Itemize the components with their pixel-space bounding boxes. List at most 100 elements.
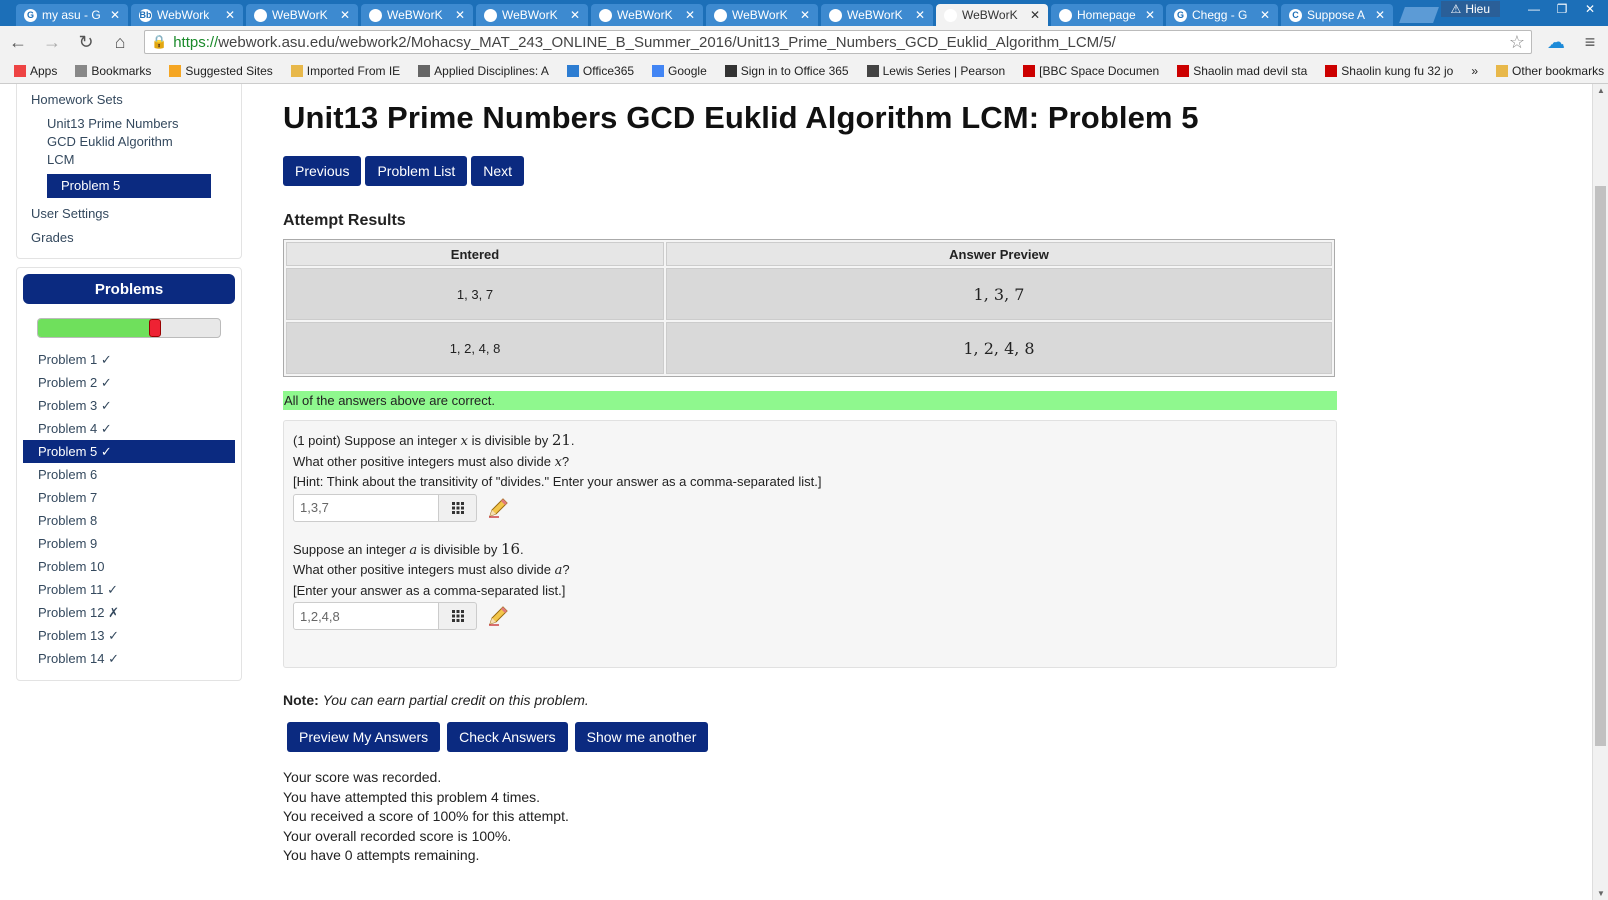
answer-2-input[interactable] [293, 602, 439, 630]
scroll-thumb[interactable] [1595, 186, 1606, 746]
browser-tab[interactable]: WeBWorK ✕ [821, 4, 933, 26]
bookmark-item[interactable]: Apps [14, 64, 57, 78]
bookmark-item[interactable]: Bookmarks [75, 64, 151, 78]
bookmark-item[interactable]: Shaolin kung fu 32 jo [1325, 64, 1453, 78]
tab-close-icon[interactable]: ✕ [1375, 8, 1385, 22]
problem-list-item[interactable]: Problem 1 ✓ [23, 348, 235, 371]
tab-close-icon[interactable]: ✕ [340, 8, 350, 22]
more-bookmarks-button[interactable]: » [1471, 64, 1478, 78]
problem-list-item[interactable]: Problem 13 ✓ [23, 624, 235, 647]
favicon-icon: G [1174, 8, 1187, 22]
problem-list-item[interactable]: Problem 9 [23, 532, 235, 555]
other-bookmarks[interactable]: Other bookmarks [1496, 64, 1604, 78]
favicon-icon [254, 8, 267, 22]
reload-icon[interactable]: ↻ [76, 32, 96, 53]
page-scrollbar[interactable]: ▲ ▼ [1592, 84, 1608, 900]
browser-tab[interactable]: Bb WebWork ✕ [131, 4, 243, 26]
bookmark-item[interactable]: Sign in to Office 365 [724, 64, 849, 78]
tab-label: WebWork [157, 8, 210, 22]
tab-close-icon[interactable]: ✕ [110, 8, 120, 22]
bookmark-star-icon[interactable]: ☆ [1509, 32, 1525, 53]
problem-list-item[interactable]: Problem 6 [23, 463, 235, 486]
new-tab-button[interactable] [1399, 7, 1439, 23]
tab-close-icon[interactable]: ✕ [800, 8, 810, 22]
answer-1-input[interactable] [293, 493, 439, 522]
equation-editor-button[interactable] [439, 602, 477, 630]
extension-icon[interactable]: ☁ [1546, 32, 1566, 53]
pencil-icon[interactable] [487, 497, 509, 519]
browser-tab[interactable]: WeBWorK ✕ [476, 4, 588, 26]
pencil-icon[interactable] [487, 605, 509, 627]
preview-cell: 1, 2, 4, 8 [666, 322, 1332, 374]
problem-list-item[interactable]: Problem 14 ✓ [23, 647, 235, 670]
problem-list-item[interactable]: Problem 5 ✓ [23, 440, 235, 463]
bookmark-item[interactable]: Lewis Series | Pearson [866, 64, 1005, 78]
correct-message: All of the answers above are correct. [283, 391, 1337, 410]
next-button[interactable]: Next [471, 156, 525, 186]
problem-list-item[interactable]: Problem 7 [23, 486, 235, 509]
tab-label: WeBWorK [847, 8, 903, 22]
minimize-icon[interactable]: — [1522, 2, 1546, 16]
bookmark-item[interactable]: Suggested Sites [169, 64, 273, 78]
tab-close-icon[interactable]: ✕ [1030, 8, 1040, 22]
browser-tab[interactable]: C Suppose A ✕ [1281, 4, 1393, 26]
back-icon[interactable]: ← [8, 32, 28, 53]
tab-close-icon[interactable]: ✕ [570, 8, 580, 22]
sidebar-link-homework-sets[interactable]: Homework Sets [17, 88, 241, 112]
problem-list-item[interactable]: Problem 4 ✓ [23, 417, 235, 440]
bookmark-item[interactable]: Google [652, 64, 707, 78]
problem-list-item[interactable]: Problem 11 ✓ [23, 578, 235, 601]
browser-tab[interactable]: G Chegg - G ✕ [1166, 4, 1278, 26]
lock-icon: 🔒 [151, 34, 168, 49]
problem-list-item[interactable]: Problem 12 ✗ [23, 601, 235, 624]
profile-button[interactable]: ⚠ Hieu [1440, 1, 1500, 17]
menu-icon[interactable]: ≡ [1580, 32, 1600, 53]
browser-tab[interactable]: WeBWorK ✕ [936, 4, 1048, 26]
note-label: Note: [283, 692, 319, 708]
sidebar-link-grades[interactable]: Grades [17, 226, 241, 250]
browser-tab[interactable]: WeBWorK ✕ [591, 4, 703, 26]
problem-list-item[interactable]: Problem 2 ✓ [23, 371, 235, 394]
tab-label: Suppose A [1307, 8, 1366, 22]
scroll-up-icon[interactable]: ▲ [1593, 86, 1608, 95]
sidebar-link-set[interactable]: Unit13 Prime Numbers GCD Euklid Algorith… [17, 112, 207, 172]
tab-close-icon[interactable]: ✕ [685, 8, 695, 22]
sidebar-link-user-settings[interactable]: User Settings [17, 202, 241, 226]
equation-editor-button[interactable] [439, 493, 477, 522]
problem-list-item[interactable]: Problem 10 [23, 555, 235, 578]
bookmark-item[interactable]: Imported From IE [290, 64, 400, 78]
sidebar-link-current-problem[interactable]: Problem 5 [47, 174, 211, 198]
tab-close-icon[interactable]: ✕ [225, 8, 235, 22]
tab-close-icon[interactable]: ✕ [915, 8, 925, 22]
browser-tab[interactable]: WeBWorK ✕ [706, 4, 818, 26]
text: (1 point) Suppose an integer [293, 433, 461, 448]
folder-icon [1496, 64, 1509, 77]
show-another-button[interactable]: Show me another [574, 722, 709, 752]
problem-list-button[interactable]: Problem List [365, 156, 468, 186]
browser-tab[interactable]: WeBWorK ✕ [246, 4, 358, 26]
previous-button[interactable]: Previous [283, 156, 362, 186]
bookmark-icon [652, 64, 665, 77]
forward-icon[interactable]: → [42, 32, 62, 53]
browser-tab[interactable]: Gmy asu - G ✕ [16, 4, 128, 26]
tab-close-icon[interactable]: ✕ [1145, 8, 1155, 22]
tab-close-icon[interactable]: ✕ [455, 8, 465, 22]
tab-close-icon[interactable]: ✕ [1260, 8, 1270, 22]
address-bar[interactable]: 🔒 https://webwork.asu.edu/webwork2/Mohac… [144, 30, 1532, 54]
bookmark-item[interactable]: Office365 [566, 64, 634, 78]
problem-list-item[interactable]: Problem 3 ✓ [23, 394, 235, 417]
close-window-icon[interactable]: ✕ [1578, 2, 1602, 16]
home-icon[interactable]: ⌂ [110, 32, 130, 53]
browser-tab[interactable]: Homepage ✕ [1051, 4, 1163, 26]
bookmark-item[interactable]: [BBC Space Documen [1023, 64, 1159, 78]
bookmark-item[interactable]: Shaolin mad devil sta [1177, 64, 1307, 78]
bookmark-label: Google [668, 63, 707, 78]
bookmark-item[interactable]: Applied Disciplines: A [418, 64, 549, 78]
restore-icon[interactable]: ❐ [1550, 2, 1574, 16]
math-var: x [460, 434, 469, 449]
preview-answers-button[interactable]: Preview My Answers [287, 722, 441, 752]
scroll-down-icon[interactable]: ▼ [1593, 889, 1608, 898]
check-answers-button[interactable]: Check Answers [447, 722, 568, 752]
browser-tab[interactable]: WeBWorK ✕ [361, 4, 473, 26]
problem-list-item[interactable]: Problem 8 [23, 509, 235, 532]
